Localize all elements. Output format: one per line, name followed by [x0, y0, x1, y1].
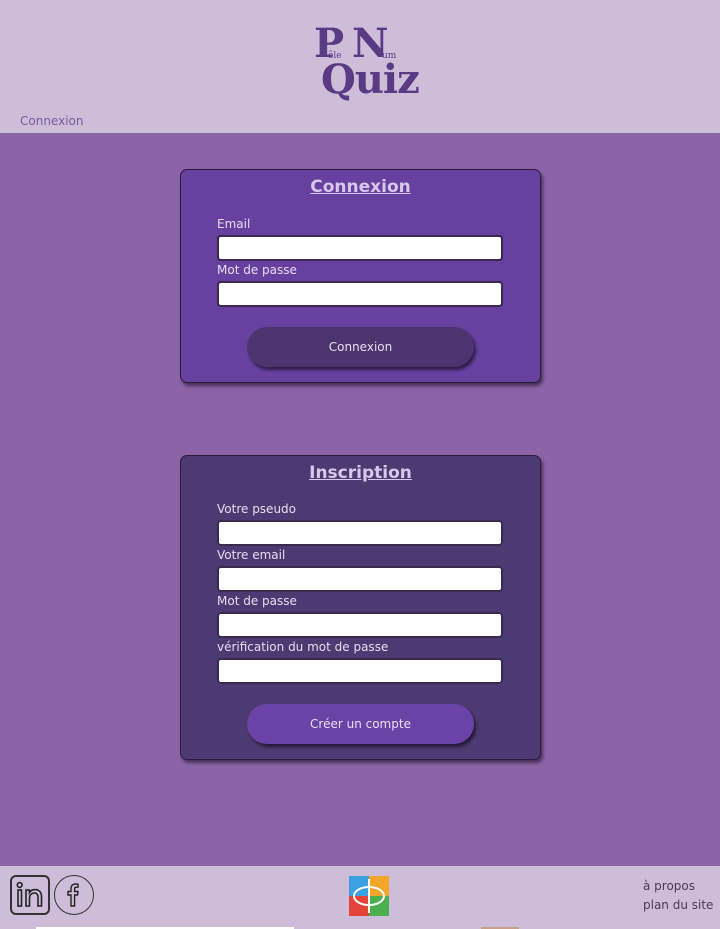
about-link[interactable]: à propos	[643, 879, 695, 893]
create-account-button[interactable]: Créer un compte	[247, 704, 474, 744]
login-card: Connexion Email Mot de passe Connexion	[180, 169, 541, 383]
site-header: P ôle N um Quiz Connexion	[0, 0, 720, 133]
organisation-logo-icon[interactable]	[349, 876, 389, 916]
login-email-field[interactable]	[217, 235, 503, 261]
signup-pseudo-field[interactable]	[217, 520, 503, 546]
site-footer: à propos plan du site	[0, 866, 720, 929]
login-title: Connexion	[310, 177, 411, 197]
signup-password-field[interactable]	[217, 612, 503, 638]
signup-title: Inscription	[309, 463, 412, 483]
signup-pseudo-label: Votre pseudo	[217, 502, 297, 516]
login-button[interactable]: Connexion	[247, 327, 474, 367]
login-password-label: Mot de passe	[217, 263, 297, 277]
signup-card: Inscription Votre pseudo Votre email Mot…	[180, 455, 541, 760]
facebook-icon[interactable]	[54, 875, 94, 915]
login-password-field[interactable]	[217, 281, 503, 307]
breadcrumb[interactable]: Connexion	[20, 114, 84, 128]
signup-confirm-field[interactable]	[217, 658, 503, 684]
signup-password-label: Mot de passe	[217, 594, 297, 608]
signup-email-field[interactable]	[217, 566, 503, 592]
pole-num-quiz-logo[interactable]: P ôle N um Quiz	[312, 24, 420, 104]
signup-email-label: Votre email	[217, 548, 286, 562]
sitemap-link[interactable]: plan du site	[643, 898, 713, 912]
login-email-label: Email	[217, 217, 251, 231]
logo-quiz: Quiz	[321, 56, 420, 103]
signup-confirm-label: vérification du mot de passe	[217, 640, 389, 654]
linkedin-icon[interactable]	[10, 875, 50, 915]
